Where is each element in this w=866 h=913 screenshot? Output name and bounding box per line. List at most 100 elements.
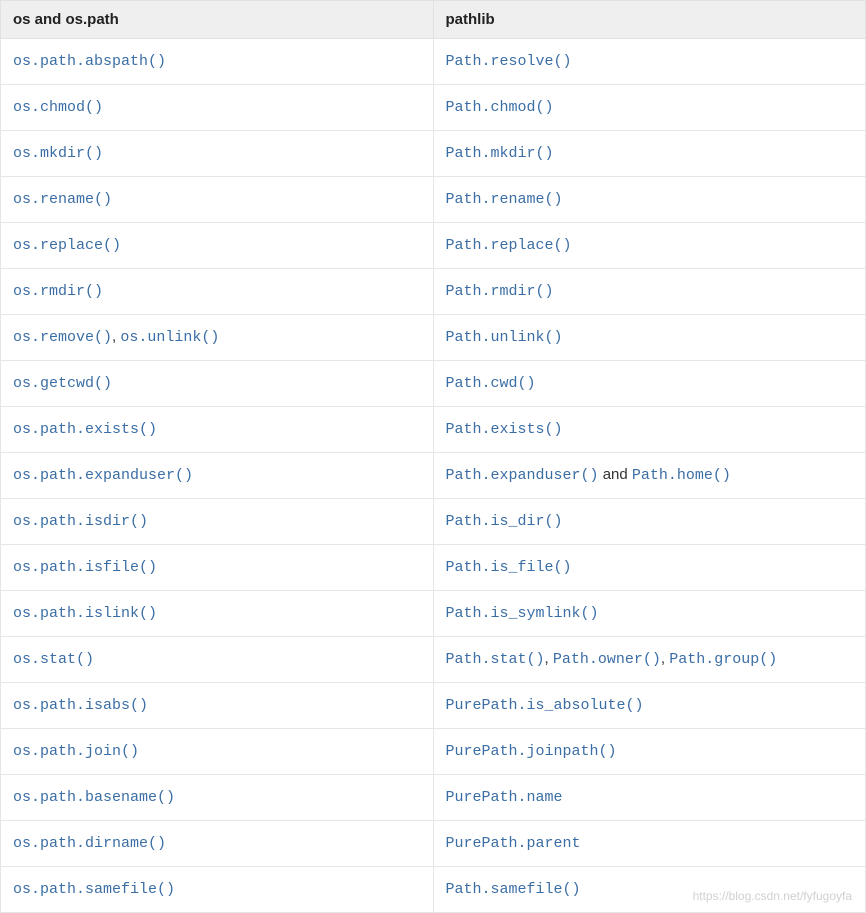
- table-row: os.path.isdir() Path.is_dir(): [1, 499, 866, 545]
- api-link[interactable]: Path.is_file(): [446, 559, 572, 576]
- api-link[interactable]: PurePath.name: [446, 789, 563, 806]
- table-cell: Path.expanduser() and Path.home(): [433, 453, 866, 499]
- table-cell: os.path.expanduser(): [1, 453, 434, 499]
- separator: ,: [545, 650, 553, 667]
- table-cell: Path.unlink(): [433, 315, 866, 361]
- table-cell: Path.replace(): [433, 223, 866, 269]
- api-link[interactable]: os.path.samefile(): [13, 881, 175, 898]
- table-cell: Path.is_file(): [433, 545, 866, 591]
- api-link[interactable]: os.path.expanduser(): [13, 467, 193, 484]
- table-row: os.rename() Path.rename(): [1, 177, 866, 223]
- api-link[interactable]: Path.mkdir(): [446, 145, 554, 162]
- api-link[interactable]: os.path.dirname(): [13, 835, 166, 852]
- table-cell: Path.stat(), Path.owner(), Path.group(): [433, 637, 866, 683]
- table-row: os.mkdir() Path.mkdir(): [1, 131, 866, 177]
- api-link[interactable]: PurePath.parent: [446, 835, 581, 852]
- api-link[interactable]: Path.is_symlink(): [446, 605, 599, 622]
- api-link[interactable]: os.path.islink(): [13, 605, 157, 622]
- table-cell: os.rmdir(): [1, 269, 434, 315]
- table-row: os.getcwd() Path.cwd(): [1, 361, 866, 407]
- api-link[interactable]: os.mkdir(): [13, 145, 103, 162]
- table-cell: os.chmod(): [1, 85, 434, 131]
- api-link[interactable]: os.path.isfile(): [13, 559, 157, 576]
- api-link[interactable]: os.rename(): [13, 191, 112, 208]
- api-link[interactable]: Path.replace(): [446, 237, 572, 254]
- table-row: os.path.expanduser() Path.expanduser() an…: [1, 453, 866, 499]
- api-link[interactable]: PurePath.is_absolute(): [446, 697, 644, 714]
- api-link[interactable]: Path.group(): [669, 651, 777, 668]
- table-cell: os.path.exists(): [1, 407, 434, 453]
- api-link[interactable]: os.replace(): [13, 237, 121, 254]
- table-cell: Path.is_dir(): [433, 499, 866, 545]
- api-link[interactable]: os.path.join(): [13, 743, 139, 760]
- api-link[interactable]: Path.rename(): [446, 191, 563, 208]
- api-link[interactable]: os.rmdir(): [13, 283, 103, 300]
- api-link[interactable]: os.chmod(): [13, 99, 103, 116]
- table-cell: Path.is_symlink(): [433, 591, 866, 637]
- api-link[interactable]: Path.samefile(): [446, 881, 581, 898]
- api-link[interactable]: Path.resolve(): [446, 53, 572, 70]
- table-row: os.path.abspath() Path.resolve(): [1, 39, 866, 85]
- api-link[interactable]: Path.owner(): [553, 651, 661, 668]
- api-link[interactable]: os.path.isdir(): [13, 513, 148, 530]
- table-cell: Path.samefile(): [433, 867, 866, 913]
- api-link[interactable]: os.remove(): [13, 329, 112, 346]
- api-link[interactable]: os.path.exists(): [13, 421, 157, 438]
- api-link[interactable]: os.getcwd(): [13, 375, 112, 392]
- api-link[interactable]: Path.chmod(): [446, 99, 554, 116]
- api-link[interactable]: Path.rmdir(): [446, 283, 554, 300]
- table-row: os.stat() Path.stat(), Path.owner(), Path…: [1, 637, 866, 683]
- separator: ,: [661, 650, 669, 667]
- api-link[interactable]: Path.stat(): [446, 651, 545, 668]
- table-cell: os.mkdir(): [1, 131, 434, 177]
- header-os: os and os.path: [1, 1, 434, 39]
- api-link[interactable]: Path.expanduser(): [446, 467, 599, 484]
- api-link[interactable]: Path.is_dir(): [446, 513, 563, 530]
- table-cell: os.path.isdir(): [1, 499, 434, 545]
- table-cell: os.getcwd(): [1, 361, 434, 407]
- table-cell: os.stat(): [1, 637, 434, 683]
- table-cell: os.path.join(): [1, 729, 434, 775]
- table-row: os.rmdir() Path.rmdir(): [1, 269, 866, 315]
- table-cell: os.remove(), os.unlink(): [1, 315, 434, 361]
- api-link[interactable]: PurePath.joinpath(): [446, 743, 617, 760]
- table-cell: PurePath.parent: [433, 821, 866, 867]
- table-row: os.remove(), os.unlink() Path.unlink(): [1, 315, 866, 361]
- connector-text: and: [599, 466, 632, 483]
- table-row: os.path.samefile() Path.samefile(): [1, 867, 866, 913]
- table-cell: os.path.isfile(): [1, 545, 434, 591]
- table-row: os.path.dirname() PurePath.parent: [1, 821, 866, 867]
- table-row: os.path.exists() Path.exists(): [1, 407, 866, 453]
- api-link[interactable]: os.unlink(): [120, 329, 219, 346]
- api-link[interactable]: os.path.isabs(): [13, 697, 148, 714]
- table-cell: PurePath.is_absolute(): [433, 683, 866, 729]
- table-row: os.replace() Path.replace(): [1, 223, 866, 269]
- table-cell: Path.rename(): [433, 177, 866, 223]
- header-pathlib: pathlib: [433, 1, 866, 39]
- table-cell: os.path.abspath(): [1, 39, 434, 85]
- comparison-table: os and os.path pathlib os.path.abspath()…: [0, 0, 866, 913]
- api-link[interactable]: Path.unlink(): [446, 329, 563, 346]
- table-row: os.chmod() Path.chmod(): [1, 85, 866, 131]
- table-row: os.path.join() PurePath.joinpath(): [1, 729, 866, 775]
- table-cell: os.rename(): [1, 177, 434, 223]
- table-cell: Path.mkdir(): [433, 131, 866, 177]
- api-link[interactable]: Path.home(): [632, 467, 731, 484]
- table-cell: os.path.isabs(): [1, 683, 434, 729]
- table-cell: Path.chmod(): [433, 85, 866, 131]
- table-row: os.path.islink() Path.is_symlink(): [1, 591, 866, 637]
- api-link[interactable]: Path.cwd(): [446, 375, 536, 392]
- table-cell: PurePath.joinpath(): [433, 729, 866, 775]
- table-row: os.path.basename() PurePath.name: [1, 775, 866, 821]
- api-link[interactable]: os.stat(): [13, 651, 94, 668]
- api-link[interactable]: os.path.basename(): [13, 789, 175, 806]
- api-link[interactable]: os.path.abspath(): [13, 53, 166, 70]
- table-cell: os.path.dirname(): [1, 821, 434, 867]
- table-cell: os.path.samefile(): [1, 867, 434, 913]
- api-link[interactable]: Path.exists(): [446, 421, 563, 438]
- table-cell: os.replace(): [1, 223, 434, 269]
- table-cell: Path.exists(): [433, 407, 866, 453]
- table-cell: Path.rmdir(): [433, 269, 866, 315]
- table-cell: PurePath.name: [433, 775, 866, 821]
- table-cell: Path.cwd(): [433, 361, 866, 407]
